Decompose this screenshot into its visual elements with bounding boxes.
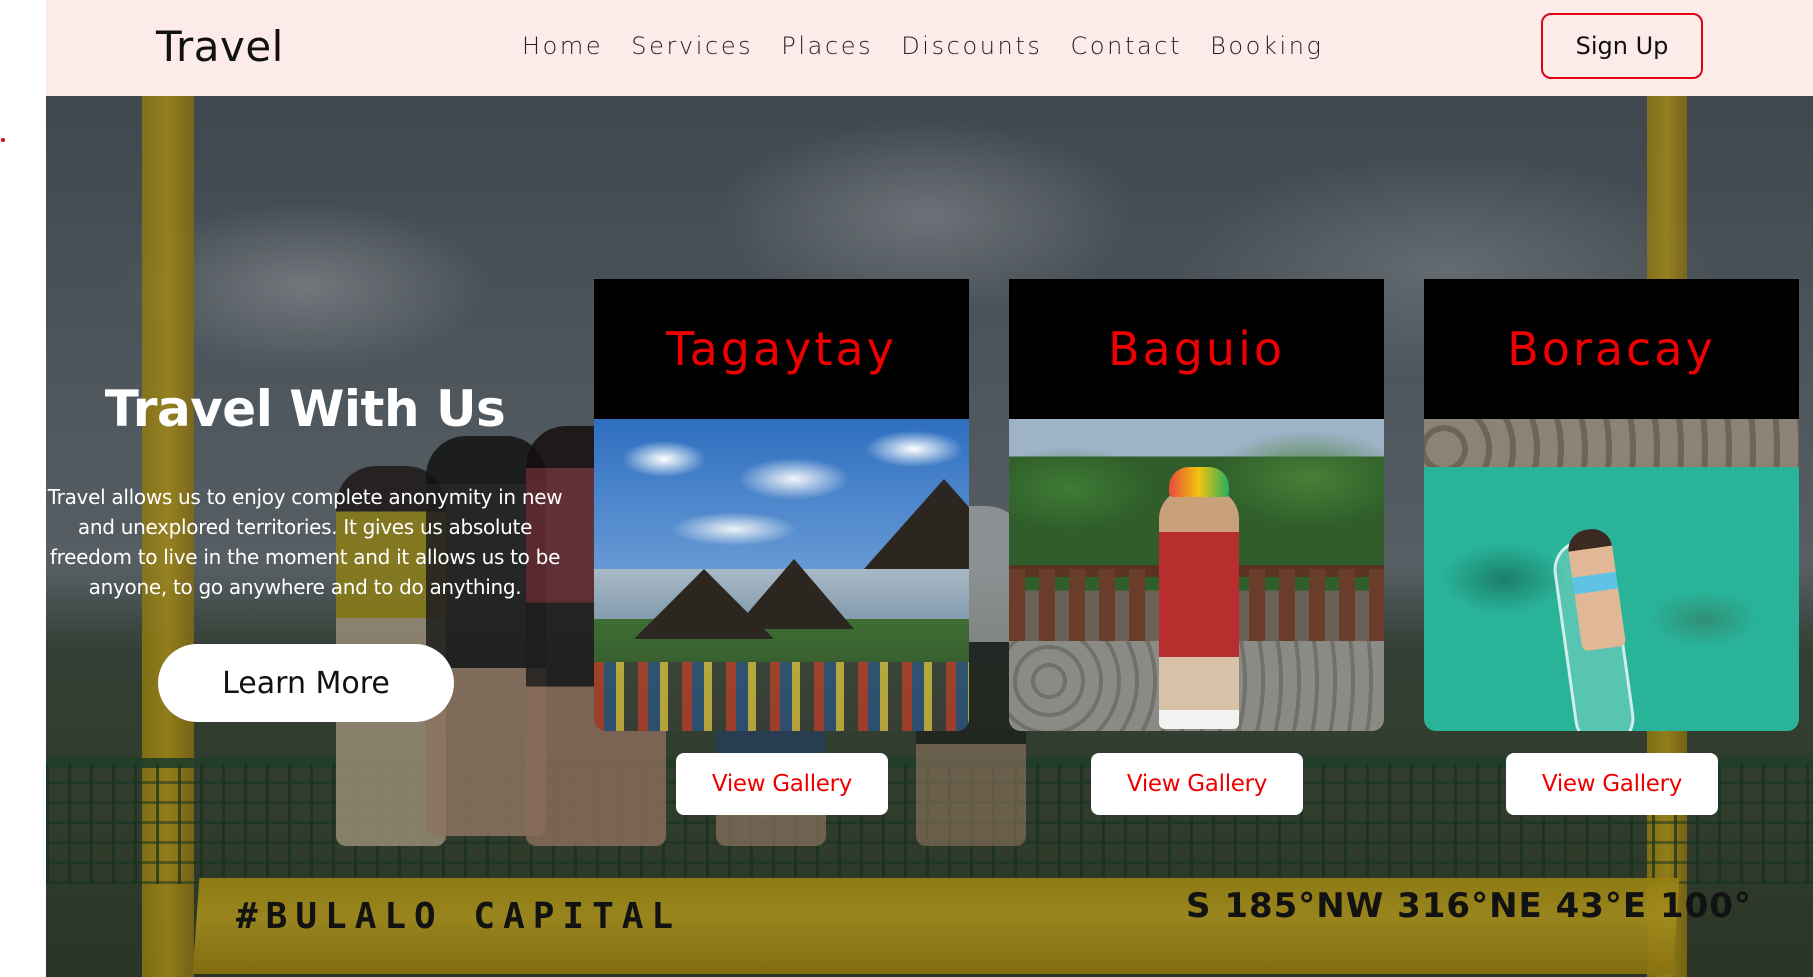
- site-logo[interactable]: Travel: [156, 22, 284, 71]
- woman-in-traditional-attire: [1159, 489, 1239, 729]
- view-gallery-button-tagaytay[interactable]: View Gallery: [676, 753, 888, 815]
- tagaytay-photo: [594, 419, 969, 731]
- headdress: [1169, 467, 1229, 497]
- hero-section: #BULALO CAPITAL S 185°NW 316°NE 43°E 100…: [46, 96, 1813, 977]
- hut-roof: [734, 559, 854, 629]
- card-title: Boracay: [1507, 322, 1716, 376]
- hut-roof: [864, 479, 969, 569]
- navbar: Travel Home Services Places Discounts Co…: [46, 0, 1813, 96]
- card-title: Baguio: [1107, 322, 1286, 376]
- nav-link-contact[interactable]: Contact: [1071, 32, 1183, 60]
- hero-title: Travel With Us: [104, 380, 506, 438]
- signup-button[interactable]: Sign Up: [1541, 13, 1703, 79]
- card-header: Boracay: [1424, 279, 1799, 419]
- stray-dot: [1, 138, 5, 142]
- nav-link-home[interactable]: Home: [522, 32, 603, 60]
- learn-more-button[interactable]: Learn More: [158, 644, 454, 722]
- boracay-photo: [1424, 419, 1799, 731]
- view-gallery-button-baguio[interactable]: View Gallery: [1091, 753, 1303, 815]
- nav-link-discounts[interactable]: Discounts: [901, 32, 1042, 60]
- hero-description: Travel allows us to enjoy complete anony…: [47, 485, 563, 599]
- card-header: Baguio: [1009, 279, 1384, 419]
- page: Travel Home Services Places Discounts Co…: [46, 0, 1813, 977]
- nav-link-booking[interactable]: Booking: [1210, 32, 1323, 60]
- card-title: Tagaytay: [666, 322, 897, 376]
- card-header: Tagaytay: [594, 279, 969, 419]
- view-gallery-button-boracay[interactable]: View Gallery: [1506, 753, 1718, 815]
- nav-link-places[interactable]: Places: [781, 32, 873, 60]
- nav-link-services[interactable]: Services: [631, 32, 753, 60]
- nav-links: Home Services Places Discounts Contact B…: [522, 32, 1352, 60]
- baguio-photo: [1009, 419, 1384, 731]
- crowd: [594, 662, 969, 731]
